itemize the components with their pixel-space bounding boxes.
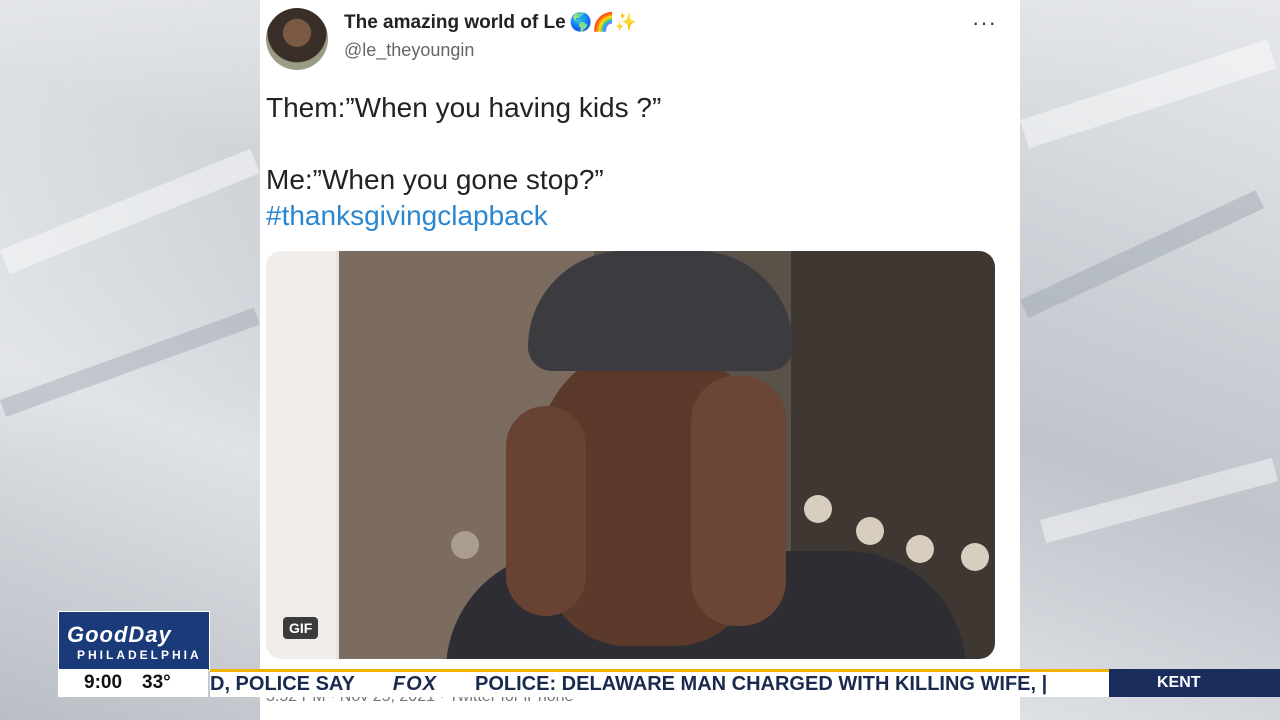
tweet-card: The amazing world of Le 🌎🌈✨ @le_theyoungi… [260,0,1020,720]
user-handle[interactable]: @le_theyoungin [344,40,474,61]
clock-time: 9:00 [84,672,123,693]
temperature: 33° [142,672,171,693]
gif-bokeh-light [961,543,989,571]
background-stripe [0,148,261,275]
logo-main-text: GoodDay [67,622,172,647]
ticker-headline-prev: D, POLICE SAY [210,673,355,695]
time-weather-box: 9:00 33° [58,669,208,697]
display-name-text: The amazing world of Le [344,12,566,33]
gif-person-hand [506,406,586,616]
avatar[interactable] [266,8,328,70]
background-stripe [1020,39,1277,149]
gif-bokeh-light [451,531,479,559]
ticker-text: D, POLICE SAY FOX POLICE: DELAWARE MAN CHA… [210,672,1047,697]
gif-background-door [266,251,336,659]
background-stripe [1020,190,1265,319]
gif-badge: GIF [283,617,319,639]
hashtag-link[interactable]: #thanksgivingclapback [266,198,661,234]
display-name[interactable]: The amazing world of Le 🌎🌈✨ [344,12,637,34]
tweet-text: Them:”When you having kids ?” Me:”When y… [266,90,661,234]
gif-bokeh-light [804,495,832,523]
gif-bokeh-light [906,535,934,563]
background-stripe [1040,457,1279,544]
logo-sub-text: PHILADELPHIA [77,648,202,662]
name-emojis: 🌎🌈✨ [569,12,637,32]
tweet-gif[interactable]: GIF [266,251,995,659]
location-label: KENT [1109,669,1280,697]
station-logo: GoodDay PHILADELPHIA [58,611,210,671]
background-stripe [0,307,260,417]
ticker-headline: POLICE: DELAWARE MAN CHARGED WITH KILLIN… [474,673,1048,695]
gif-bokeh-light [856,517,884,545]
fox-logo: FOX [392,673,437,695]
tweet-line: Them:”When you having kids ?” [266,92,662,123]
tweet-line: Me:”When you gone stop?” [266,164,604,195]
gif-person-hand [691,376,786,626]
gif-person-cap [528,251,793,371]
more-options-icon[interactable]: ··· [972,10,997,36]
